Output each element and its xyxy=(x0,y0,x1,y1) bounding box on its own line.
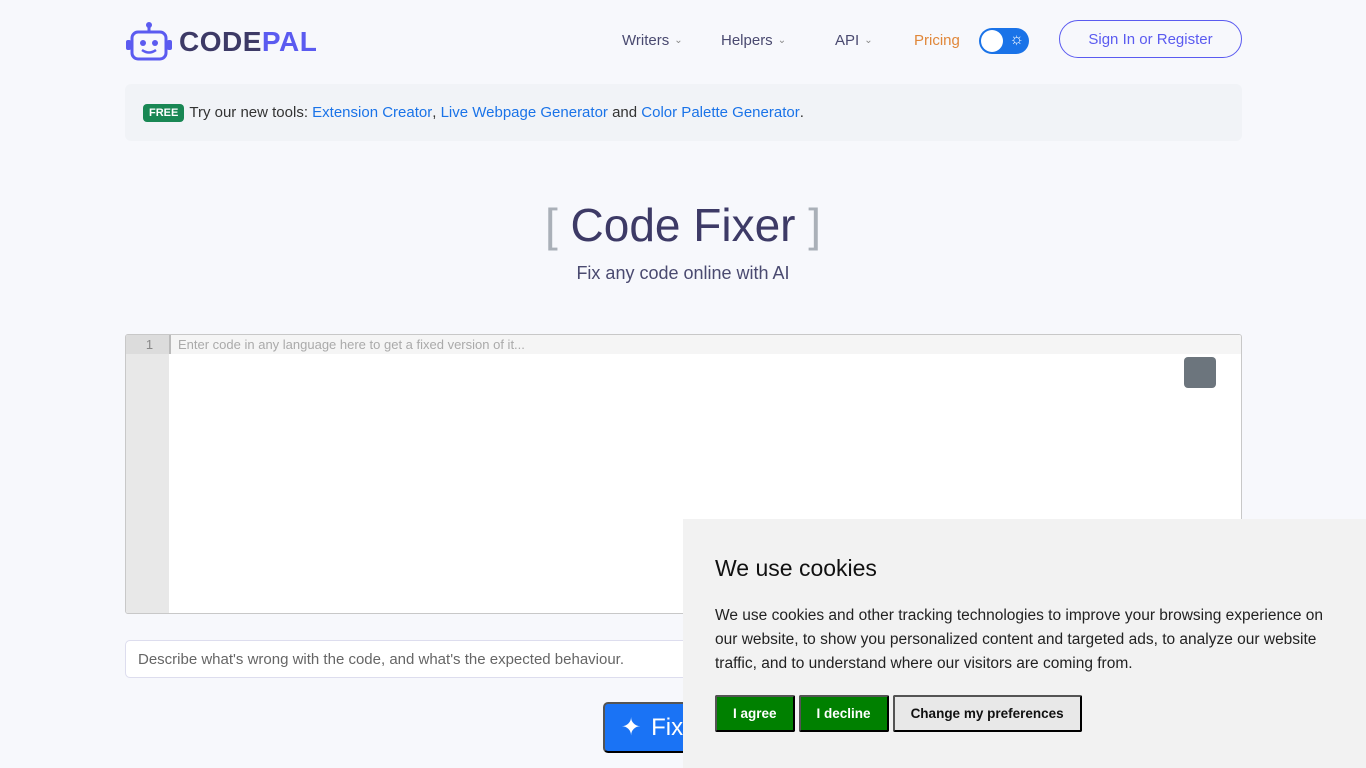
sparkles-icon: ✦ xyxy=(621,714,642,741)
logo[interactable]: CODEPAL xyxy=(125,22,317,62)
line-number: 1 xyxy=(126,335,169,354)
sep: , xyxy=(432,104,437,121)
nav-writers[interactable]: Writers ⌄ xyxy=(622,32,683,49)
cookie-dialog: We use cookies We use cookies and other … xyxy=(683,519,1366,768)
line-gutter xyxy=(126,335,169,613)
copy-button[interactable] xyxy=(1184,357,1216,388)
promo-banner: FREE Try our new tools: Extension Creato… xyxy=(125,84,1242,141)
extension-creator-link[interactable]: Extension Creator xyxy=(312,104,432,121)
color-palette-generator-link[interactable]: Color Palette Generator xyxy=(641,104,799,121)
change-preferences-button[interactable]: Change my preferences xyxy=(892,695,1082,732)
cookie-text: We use cookies and other tracking techno… xyxy=(715,607,1323,672)
theme-toggle[interactable]: ☼ xyxy=(979,28,1029,54)
page-subtitle: Fix any code online with AI xyxy=(576,263,790,283)
decline-button[interactable]: I decline xyxy=(798,695,889,732)
robot-icon xyxy=(126,22,172,61)
nav-helpers[interactable]: Helpers ⌄ xyxy=(721,32,786,49)
free-badge: FREE xyxy=(143,103,185,122)
page-title: [ Code Fixer ] xyxy=(544,199,822,251)
live-webpage-generator-link[interactable]: Live Webpage Generator xyxy=(441,104,608,121)
sign-in-button[interactable]: Sign In or Register xyxy=(1059,20,1242,58)
chevron-down-icon: ⌄ xyxy=(674,35,683,46)
sun-icon: ☼ xyxy=(1009,31,1024,48)
sep: and xyxy=(612,104,638,121)
code-placeholder[interactable]: Enter code in any language here to get a… xyxy=(169,335,1241,354)
sep: . xyxy=(799,104,804,121)
logo-text: CODEPAL xyxy=(179,26,318,57)
nav-api[interactable]: API ⌄ xyxy=(835,32,873,49)
nav-pricing[interactable]: Pricing xyxy=(914,32,960,49)
chevron-down-icon: ⌄ xyxy=(777,35,787,46)
chevron-down-icon: ⌄ xyxy=(864,35,873,46)
banner-text: Try our new tools: xyxy=(189,104,308,121)
cookie-title: We use cookies xyxy=(715,555,877,581)
agree-button[interactable]: I agree xyxy=(715,695,795,732)
